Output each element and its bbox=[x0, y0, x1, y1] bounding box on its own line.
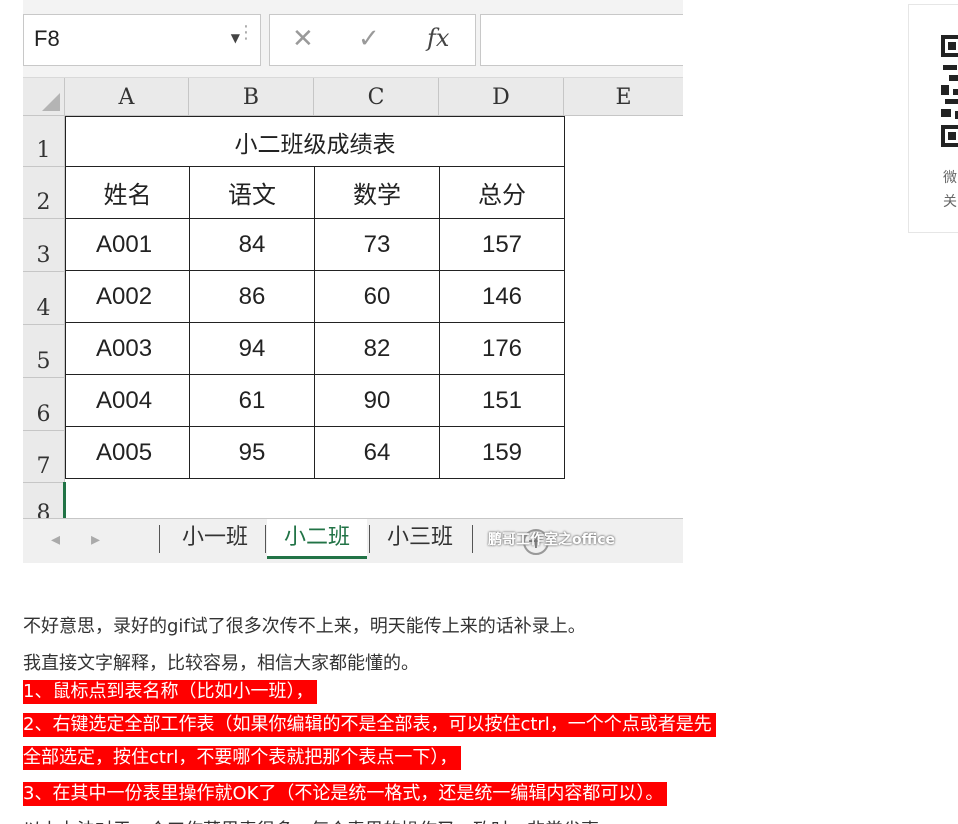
table-title-cell[interactable]: 小二班级成绩表 bbox=[65, 116, 565, 167]
follow-card: 微 关 bbox=[908, 4, 958, 233]
table-cell[interactable]: 84 bbox=[189, 218, 315, 271]
tab-divider bbox=[159, 525, 160, 553]
cancel-icon[interactable]: ✕ bbox=[292, 24, 314, 54]
excel-screenshot: F8 ▼ ⋮ ✕ ✓ fx A B C D E 1 2 3 4 5 6 7 8 … bbox=[23, 0, 683, 563]
column-header-b[interactable]: B bbox=[189, 78, 314, 116]
highlight-step-1: 1、鼠标点到表名称（比如小一班）， bbox=[23, 680, 318, 704]
select-all-corner[interactable] bbox=[23, 78, 65, 116]
table-cell[interactable]: 73 bbox=[314, 218, 440, 271]
table-cell[interactable]: A001 bbox=[65, 218, 190, 271]
row-header-2[interactable]: 2 bbox=[23, 167, 65, 219]
name-box-value: F8 bbox=[34, 26, 60, 51]
table-cell[interactable]: 61 bbox=[189, 374, 315, 427]
header-cell-chinese[interactable]: 语文 bbox=[189, 166, 315, 219]
name-box[interactable]: F8 ▼ bbox=[23, 14, 261, 66]
insert-function-icon[interactable]: fx bbox=[427, 24, 449, 52]
table-cell[interactable]: 176 bbox=[439, 322, 565, 375]
formula-actions: ✕ ✓ fx bbox=[269, 14, 476, 66]
row-header-4[interactable]: 4 bbox=[23, 272, 65, 325]
drag-handle-icon[interactable]: ⋮ bbox=[237, 22, 255, 43]
tab-divider bbox=[369, 525, 370, 553]
table-row: A004 61 90 151 bbox=[65, 374, 565, 427]
header-cell-math[interactable]: 数学 bbox=[314, 166, 440, 219]
table-cell[interactable]: 159 bbox=[439, 426, 565, 479]
table-cell[interactable]: 157 bbox=[439, 218, 565, 271]
watermark-text: 鹏哥工作室之office bbox=[488, 532, 616, 548]
cell-grid: 小二班级成绩表 姓名 语文 数学 总分 A001 84 73 157 A002 … bbox=[63, 116, 683, 522]
table-cell[interactable]: 64 bbox=[314, 426, 440, 479]
sheet-tab-bar: ◂ ▸ 小一班 小二班 小三班 + 鹏哥工作室之office bbox=[23, 518, 683, 563]
table-row: A005 95 64 159 bbox=[65, 426, 565, 479]
score-table: 小二班级成绩表 姓名 语文 数学 总分 A001 84 73 157 A002 … bbox=[65, 116, 565, 479]
scroll-right-icon[interactable]: ▸ bbox=[91, 529, 100, 550]
card-text-1: 微 bbox=[943, 170, 957, 186]
header-cell-total[interactable]: 总分 bbox=[439, 166, 565, 219]
column-header-c[interactable]: C bbox=[314, 78, 439, 116]
scroll-left-icon[interactable]: ◂ bbox=[51, 529, 60, 550]
table-cell[interactable]: 60 bbox=[314, 270, 440, 323]
card-text-2: 关 bbox=[943, 194, 957, 210]
row-header-6[interactable]: 6 bbox=[23, 378, 65, 431]
header-cell-name[interactable]: 姓名 bbox=[65, 166, 190, 219]
row-header-8[interactable]: 8 bbox=[23, 483, 65, 518]
column-header-a[interactable]: A bbox=[65, 78, 189, 116]
table-cell[interactable]: A005 bbox=[65, 426, 190, 479]
table-cell[interactable]: 146 bbox=[439, 270, 565, 323]
table-row: A002 86 60 146 bbox=[65, 270, 565, 323]
table-cell[interactable]: 86 bbox=[189, 270, 315, 323]
paragraph-apology: 不好意思，录好的gif试了很多次传不上来，明天能传上来的话补录上。 bbox=[23, 616, 586, 637]
table-cell[interactable]: 82 bbox=[314, 322, 440, 375]
table-row: A001 84 73 157 bbox=[65, 218, 565, 271]
tab-divider bbox=[472, 525, 473, 553]
table-cell[interactable]: A003 bbox=[65, 322, 190, 375]
row-header-1[interactable]: 1 bbox=[23, 116, 65, 167]
active-cell-indicator bbox=[63, 482, 66, 522]
tab-class-1[interactable]: 小一班 bbox=[167, 519, 263, 559]
formula-bar: F8 ▼ ⋮ ✕ ✓ fx bbox=[23, 0, 683, 78]
tab-class-2[interactable]: 小二班 bbox=[267, 519, 367, 559]
row-header-3[interactable]: 3 bbox=[23, 219, 65, 272]
confirm-icon[interactable]: ✓ bbox=[358, 24, 380, 54]
highlight-step-2-cont: 全部选定，按住ctrl，不要哪个表就把那个表点一下）， bbox=[23, 746, 462, 770]
highlight-step-2: 2、右键选定全部工作表（如果你编辑的不是全部表，可以按住ctrl，一个个点或者是… bbox=[23, 713, 716, 737]
highlight-step-3: 3、在其中一份表里操作就OK了（不论是统一格式，还是统一编辑内容都可以）。 bbox=[23, 782, 668, 806]
paragraph-summary: 以上办法对于一个工作薄里表很多，每个表里的操作又一致时，非常省事。 bbox=[23, 816, 617, 824]
tab-class-3[interactable]: 小三班 bbox=[373, 519, 467, 559]
column-header-d[interactable]: D bbox=[439, 78, 564, 116]
formula-input[interactable] bbox=[480, 14, 683, 66]
column-header-e[interactable]: E bbox=[564, 78, 683, 116]
paragraph-intro: 我直接文字解释，比较容易，相信大家都能懂的。 bbox=[23, 653, 419, 674]
row-header-7[interactable]: 7 bbox=[23, 431, 65, 483]
table-cell[interactable]: 94 bbox=[189, 322, 315, 375]
row-header-5[interactable]: 5 bbox=[23, 325, 65, 378]
tab-divider bbox=[265, 525, 266, 553]
table-cell[interactable]: 151 bbox=[439, 374, 565, 427]
table-row: A003 94 82 176 bbox=[65, 322, 565, 375]
qr-code-icon[interactable] bbox=[941, 35, 958, 147]
table-cell[interactable]: A002 bbox=[65, 270, 190, 323]
table-cell[interactable]: A004 bbox=[65, 374, 190, 427]
table-cell[interactable]: 95 bbox=[189, 426, 315, 479]
table-cell[interactable]: 90 bbox=[314, 374, 440, 427]
